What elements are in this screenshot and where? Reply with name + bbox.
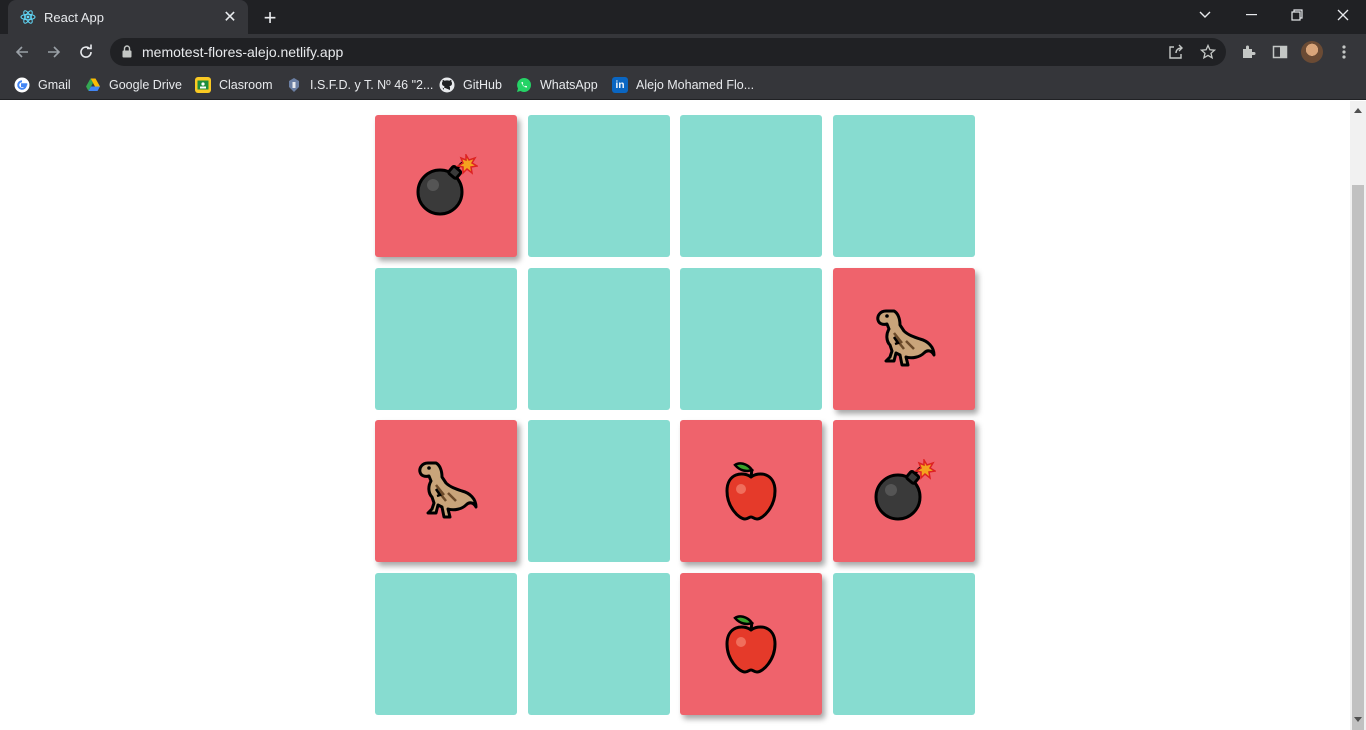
bookmark-label: Alejo Mohamed Flo... — [636, 78, 755, 92]
memo-card-revealed[interactable] — [375, 115, 517, 257]
new-tab-button[interactable]: + — [258, 5, 282, 30]
bookmark-institute[interactable]: I.S.F.D. y T. Nº 46 "2... — [286, 75, 433, 95]
whatsapp-icon — [516, 77, 532, 93]
bookmark-linkedin[interactable]: in Alejo Mohamed Flo... — [612, 75, 754, 95]
page-scrollbar[interactable] — [1350, 101, 1366, 730]
bookmark-whatsapp[interactable]: WhatsApp — [516, 75, 598, 95]
memo-card-hidden[interactable] — [528, 268, 670, 410]
scroll-thumb[interactable] — [1352, 185, 1364, 730]
dinosaur-icon — [414, 459, 478, 523]
bookmark-label: WhatsApp — [540, 78, 598, 92]
react-icon — [20, 9, 36, 25]
bookmark-classroom[interactable]: Clasroom — [195, 75, 273, 95]
bookmark-label: GitHub — [463, 78, 502, 92]
memo-card-hidden[interactable] — [833, 573, 975, 715]
page-viewport — [0, 101, 1350, 730]
lock-icon — [122, 45, 132, 63]
memo-card-hidden[interactable] — [528, 573, 670, 715]
bookmark-label: Google Drive — [109, 78, 182, 92]
memo-card-hidden[interactable] — [375, 573, 517, 715]
tab-search-icon[interactable] — [1182, 0, 1228, 30]
memo-card-hidden[interactable] — [375, 268, 517, 410]
apple-icon — [719, 612, 783, 676]
minimize-button[interactable] — [1228, 0, 1274, 30]
memo-card-hidden[interactable] — [833, 115, 975, 257]
bookmarks-bar: Gmail Google Drive Clasroom I.S.F.D. y T… — [0, 70, 1366, 100]
memo-card-revealed[interactable] — [375, 420, 517, 562]
profile-avatar[interactable] — [1301, 41, 1323, 63]
memo-card-revealed[interactable] — [680, 573, 822, 715]
browser-toolbar: memotest-flores-alejo.netlify.app — [0, 34, 1366, 70]
bomb-icon — [872, 459, 936, 523]
close-window-button[interactable] — [1320, 0, 1366, 30]
github-icon — [439, 77, 455, 93]
forward-arrow-icon[interactable] — [40, 38, 68, 66]
memo-card-revealed[interactable] — [833, 420, 975, 562]
share-icon[interactable] — [1167, 43, 1185, 61]
tab-title: React App — [44, 9, 104, 25]
tab-close-icon[interactable]: ✕ — [220, 7, 240, 27]
tab-react-app[interactable]: React App ✕ — [8, 0, 248, 34]
star-icon[interactable] — [1199, 43, 1217, 61]
side-panel-icon[interactable] — [1268, 40, 1292, 64]
drive-icon — [85, 77, 101, 93]
scroll-up-icon[interactable] — [1354, 108, 1362, 113]
apple-icon — [719, 459, 783, 523]
memo-card-hidden[interactable] — [528, 420, 670, 562]
google-icon — [14, 77, 30, 93]
memo-card-hidden[interactable] — [528, 115, 670, 257]
memo-card-hidden[interactable] — [680, 268, 822, 410]
bookmark-label: I.S.F.D. y T. Nº 46 "2... — [310, 78, 434, 92]
browser-window: React App ✕ + memotest-flores-alejo.netl… — [0, 0, 1366, 730]
more-menu-icon[interactable] — [1332, 40, 1356, 64]
tab-strip: React App ✕ + — [0, 0, 1366, 34]
bookmark-github[interactable]: GitHub — [439, 75, 502, 95]
linkedin-icon: in — [612, 77, 628, 93]
restore-button[interactable] — [1274, 0, 1320, 30]
classroom-icon — [195, 77, 211, 93]
memo-card-hidden[interactable] — [680, 115, 822, 257]
scroll-down-icon[interactable] — [1354, 717, 1362, 722]
url-text[interactable]: memotest-flores-alejo.netlify.app — [142, 44, 343, 60]
address-bar[interactable]: memotest-flores-alejo.netlify.app — [110, 38, 1226, 66]
bookmark-google-drive[interactable]: Google Drive — [85, 75, 182, 95]
bomb-icon — [414, 154, 478, 218]
dinosaur-icon — [872, 307, 936, 371]
memo-card-revealed[interactable] — [833, 268, 975, 410]
bookmark-label: Clasroom — [219, 78, 273, 92]
reload-icon[interactable] — [72, 38, 100, 66]
memo-card-revealed[interactable] — [680, 420, 822, 562]
institute-icon — [286, 77, 302, 93]
back-arrow-icon[interactable] — [8, 38, 36, 66]
extensions-icon[interactable] — [1236, 40, 1260, 64]
bookmark-label: Gmail — [38, 78, 71, 92]
bookmark-gmail[interactable]: Gmail — [14, 75, 71, 95]
